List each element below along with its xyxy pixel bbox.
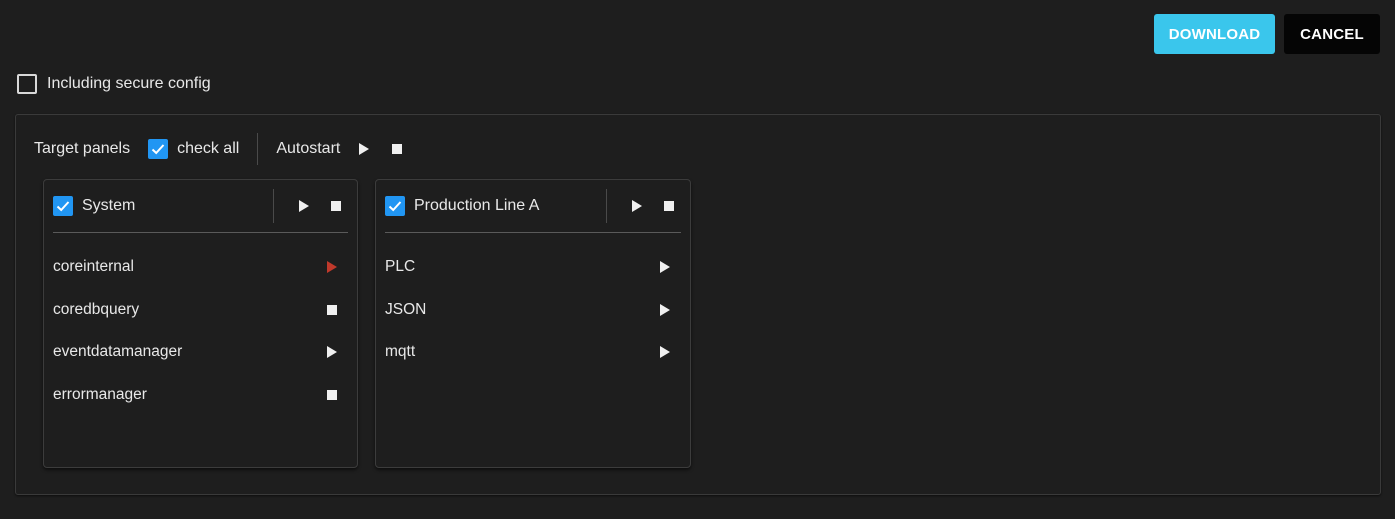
panel-checkbox-system[interactable] [53,196,73,216]
panel-play-button[interactable] [292,194,316,218]
item-name: coreinternal [53,258,134,276]
item-play-button[interactable] [320,255,344,279]
panel-play-button[interactable] [625,194,649,218]
list-item[interactable]: errormanager [53,374,348,417]
item-name: errormanager [53,385,147,403]
item-play-button[interactable] [320,340,344,364]
autostart-play-button[interactable] [352,137,376,161]
play-icon [660,346,670,359]
secure-config-row[interactable]: Including secure config [17,74,211,94]
play-icon [327,346,337,359]
header-divider [273,189,274,223]
item-play-button[interactable] [653,255,677,279]
play-icon [327,261,337,274]
check-icon [388,201,402,212]
check-icon [151,144,165,155]
toolbar-divider [257,133,259,165]
download-button[interactable]: DOWNLOAD [1154,14,1275,54]
panel-title: System [82,197,136,214]
stop-icon [664,201,674,211]
list-item[interactable]: coredbquery [53,289,348,332]
stop-icon [327,389,337,400]
play-icon [632,200,642,212]
panel-card-system: System coreinternal coredbquery eventdat… [43,179,358,468]
play-icon [299,200,309,212]
item-stop-button[interactable] [320,383,344,407]
item-name: coredbquery [53,300,140,318]
list-item[interactable]: coreinternal [53,246,348,289]
list-item[interactable]: mqtt [385,331,681,374]
target-panels-container: Target panels check all Autostart System [15,114,1381,495]
autostart-label: Autostart [276,140,341,157]
target-panels-toolbar: Target panels check all Autostart [34,133,409,165]
header-divider [606,189,607,223]
play-icon [660,261,670,274]
play-icon [660,303,670,316]
panel-item-list: coreinternal coredbquery eventdatamanage… [53,246,348,416]
panel-card-header: Production Line A [385,180,681,233]
secure-config-label: Including secure config [47,75,211,92]
cancel-button[interactable]: CANCEL [1284,14,1380,54]
panel-item-list: PLC JSON mqtt [385,246,681,374]
item-name: PLC [385,258,416,276]
secure-config-checkbox[interactable] [17,74,37,94]
item-play-button[interactable] [653,340,677,364]
play-icon [359,143,370,155]
panel-checkbox-production-line-a[interactable] [385,196,405,216]
item-name: mqtt [385,343,416,361]
panel-card-production-line-a: Production Line A PLC JSON mqtt [375,179,691,468]
item-stop-button[interactable] [320,298,344,322]
stop-icon [327,304,337,315]
check-icon [56,201,70,212]
target-panels-label: Target panels [34,140,131,157]
item-name: eventdatamanager [53,343,183,361]
stop-icon [331,201,341,211]
item-play-button[interactable] [653,298,677,322]
panel-stop-button[interactable] [657,194,681,218]
item-name: JSON [385,300,427,318]
panel-title: Production Line A [414,197,540,214]
panel-card-header: System [53,180,348,233]
list-item[interactable]: eventdatamanager [53,331,348,374]
check-all-checkbox[interactable] [148,139,169,159]
panel-stop-button[interactable] [324,194,348,218]
autostart-stop-button[interactable] [385,137,409,161]
list-item[interactable]: JSON [385,289,681,332]
check-all-label: check all [177,140,240,157]
stop-icon [392,144,403,154]
list-item[interactable]: PLC [385,246,681,289]
